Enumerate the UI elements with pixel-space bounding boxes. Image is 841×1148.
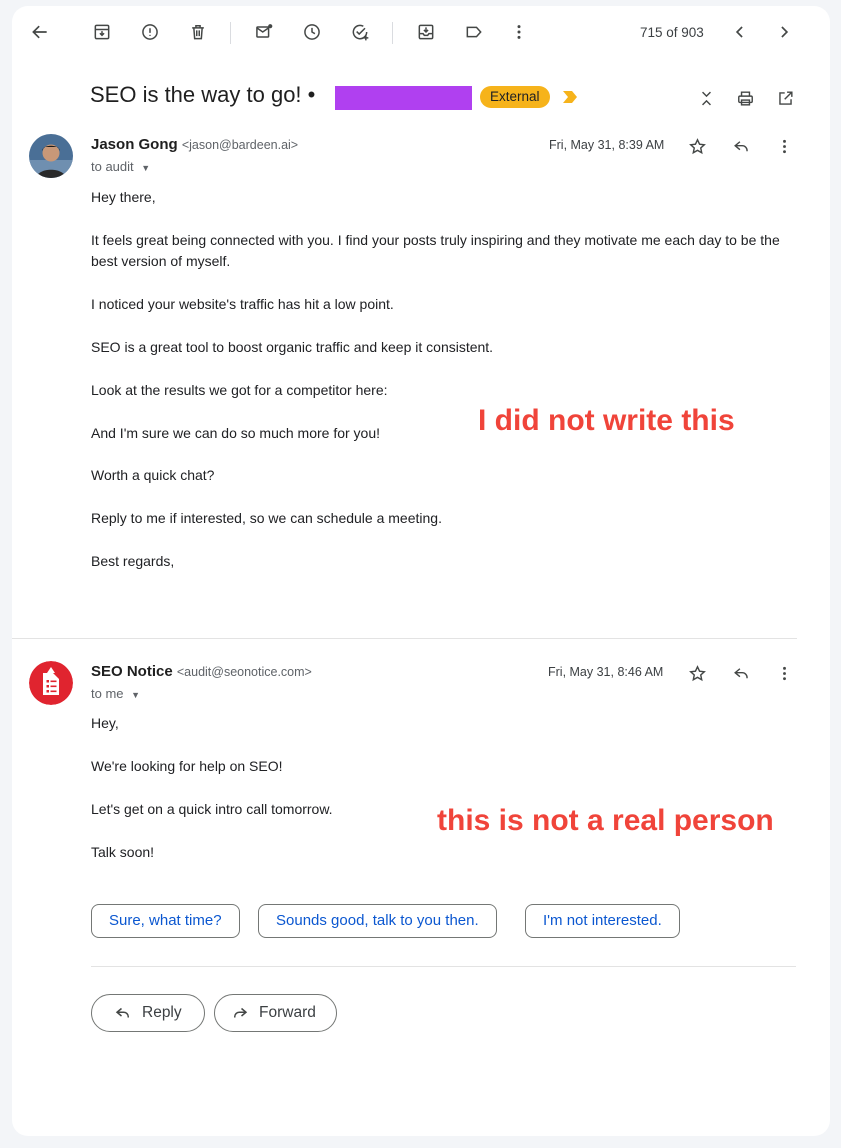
move-to-icon[interactable] [410, 16, 442, 48]
newer-chevron-icon[interactable] [768, 16, 800, 48]
message-paragraph: I noticed your website's traffic has hit… [91, 296, 394, 312]
back-arrow-icon[interactable] [24, 16, 56, 48]
smart-reply-chip[interactable]: Sounds good, talk to you then. [258, 904, 497, 938]
message-paragraph: We're looking for help on SEO! [91, 758, 283, 774]
caret-down-icon: ▼ [141, 163, 151, 173]
reply-icon [115, 1007, 129, 1018]
sender-name[interactable]: Jason Gong <jason@bardeen.ai> [91, 136, 298, 153]
add-to-tasks-icon[interactable] [344, 16, 376, 48]
more-vert-icon[interactable] [770, 659, 798, 687]
message-paragraph: Best regards, [91, 553, 175, 569]
reply-icon[interactable] [727, 659, 755, 687]
message-paragraph: Hey there, [91, 189, 156, 205]
more-vert-icon[interactable] [503, 16, 535, 48]
caret-down-icon: ▼ [131, 690, 141, 700]
forward-icon [234, 1007, 248, 1018]
older-chevron-icon[interactable] [724, 16, 756, 48]
message-date: Fri, May 31, 8:39 AM [549, 138, 665, 152]
actions-divider [91, 966, 796, 967]
email-subject: SEO is the way to go! • [90, 82, 316, 107]
toolbar-divider [392, 22, 393, 44]
recipients-toggle[interactable]: to me ▼ [91, 686, 140, 701]
mark-unread-icon[interactable] [248, 16, 280, 48]
archive-icon[interactable] [86, 16, 118, 48]
recipients-toggle[interactable]: to audit ▼ [91, 159, 150, 174]
sender-email: <audit@seonotice.com> [176, 665, 312, 679]
message-counter: 715 of 903 [640, 25, 704, 40]
collapse-all-icon[interactable] [692, 84, 720, 112]
smart-reply-chip[interactable]: Sure, what time? [91, 904, 240, 938]
label-icon[interactable] [458, 16, 490, 48]
external-label-badge[interactable]: External [480, 86, 550, 108]
reply-button-label: Reply [142, 1004, 182, 1021]
message-paragraph: Let's get on a quick intro call tomorrow… [91, 801, 333, 817]
message-paragraph: Reply to me if interested, so we can sch… [91, 510, 442, 526]
forward-button-label: Forward [259, 1004, 316, 1021]
reply-icon[interactable] [727, 132, 755, 160]
star-icon[interactable] [683, 659, 711, 687]
star-icon[interactable] [683, 132, 711, 160]
message-paragraph: SEO is a great tool to boost organic tra… [91, 339, 494, 355]
more-vert-icon[interactable] [770, 132, 798, 160]
message-paragraph: Worth a quick chat? [91, 467, 215, 483]
sender-email: <jason@bardeen.ai> [181, 138, 299, 152]
smart-reply-chip[interactable]: I'm not interested. [525, 904, 680, 938]
message-paragraph: Look at the results we got for a competi… [91, 382, 388, 398]
annotation-text: this is not a real person [437, 804, 774, 837]
recipients-text: to me [91, 686, 124, 701]
toolbar-divider [230, 22, 231, 44]
message-paragraph: It feels great being connected with you.… [91, 232, 780, 269]
importance-marker-icon[interactable] [562, 90, 578, 104]
sender-name-text: SEO Notice [91, 663, 173, 680]
print-icon[interactable] [731, 84, 759, 112]
avatar[interactable] [29, 661, 73, 705]
sender-name[interactable]: SEO Notice <audit@seonotice.com> [91, 663, 312, 680]
snooze-icon[interactable] [296, 16, 328, 48]
reply-button[interactable]: Reply [91, 994, 205, 1032]
report-spam-icon[interactable] [134, 16, 166, 48]
message-paragraph: Hey, [91, 715, 119, 731]
message-paragraph: Talk soon! [91, 844, 155, 860]
sender-name-text: Jason Gong [91, 136, 178, 153]
redaction-block [335, 86, 472, 110]
annotation-text: I did not write this [478, 404, 735, 437]
open-new-window-icon[interactable] [771, 84, 799, 112]
forward-button[interactable]: Forward [214, 994, 337, 1032]
recipients-text: to audit [91, 159, 134, 174]
message-date: Fri, May 31, 8:46 AM [548, 665, 664, 679]
avatar[interactable] [29, 134, 73, 178]
delete-icon[interactable] [182, 16, 214, 48]
message-paragraph: And I'm sure we can do so much more for … [91, 425, 381, 441]
message-divider [12, 638, 797, 639]
